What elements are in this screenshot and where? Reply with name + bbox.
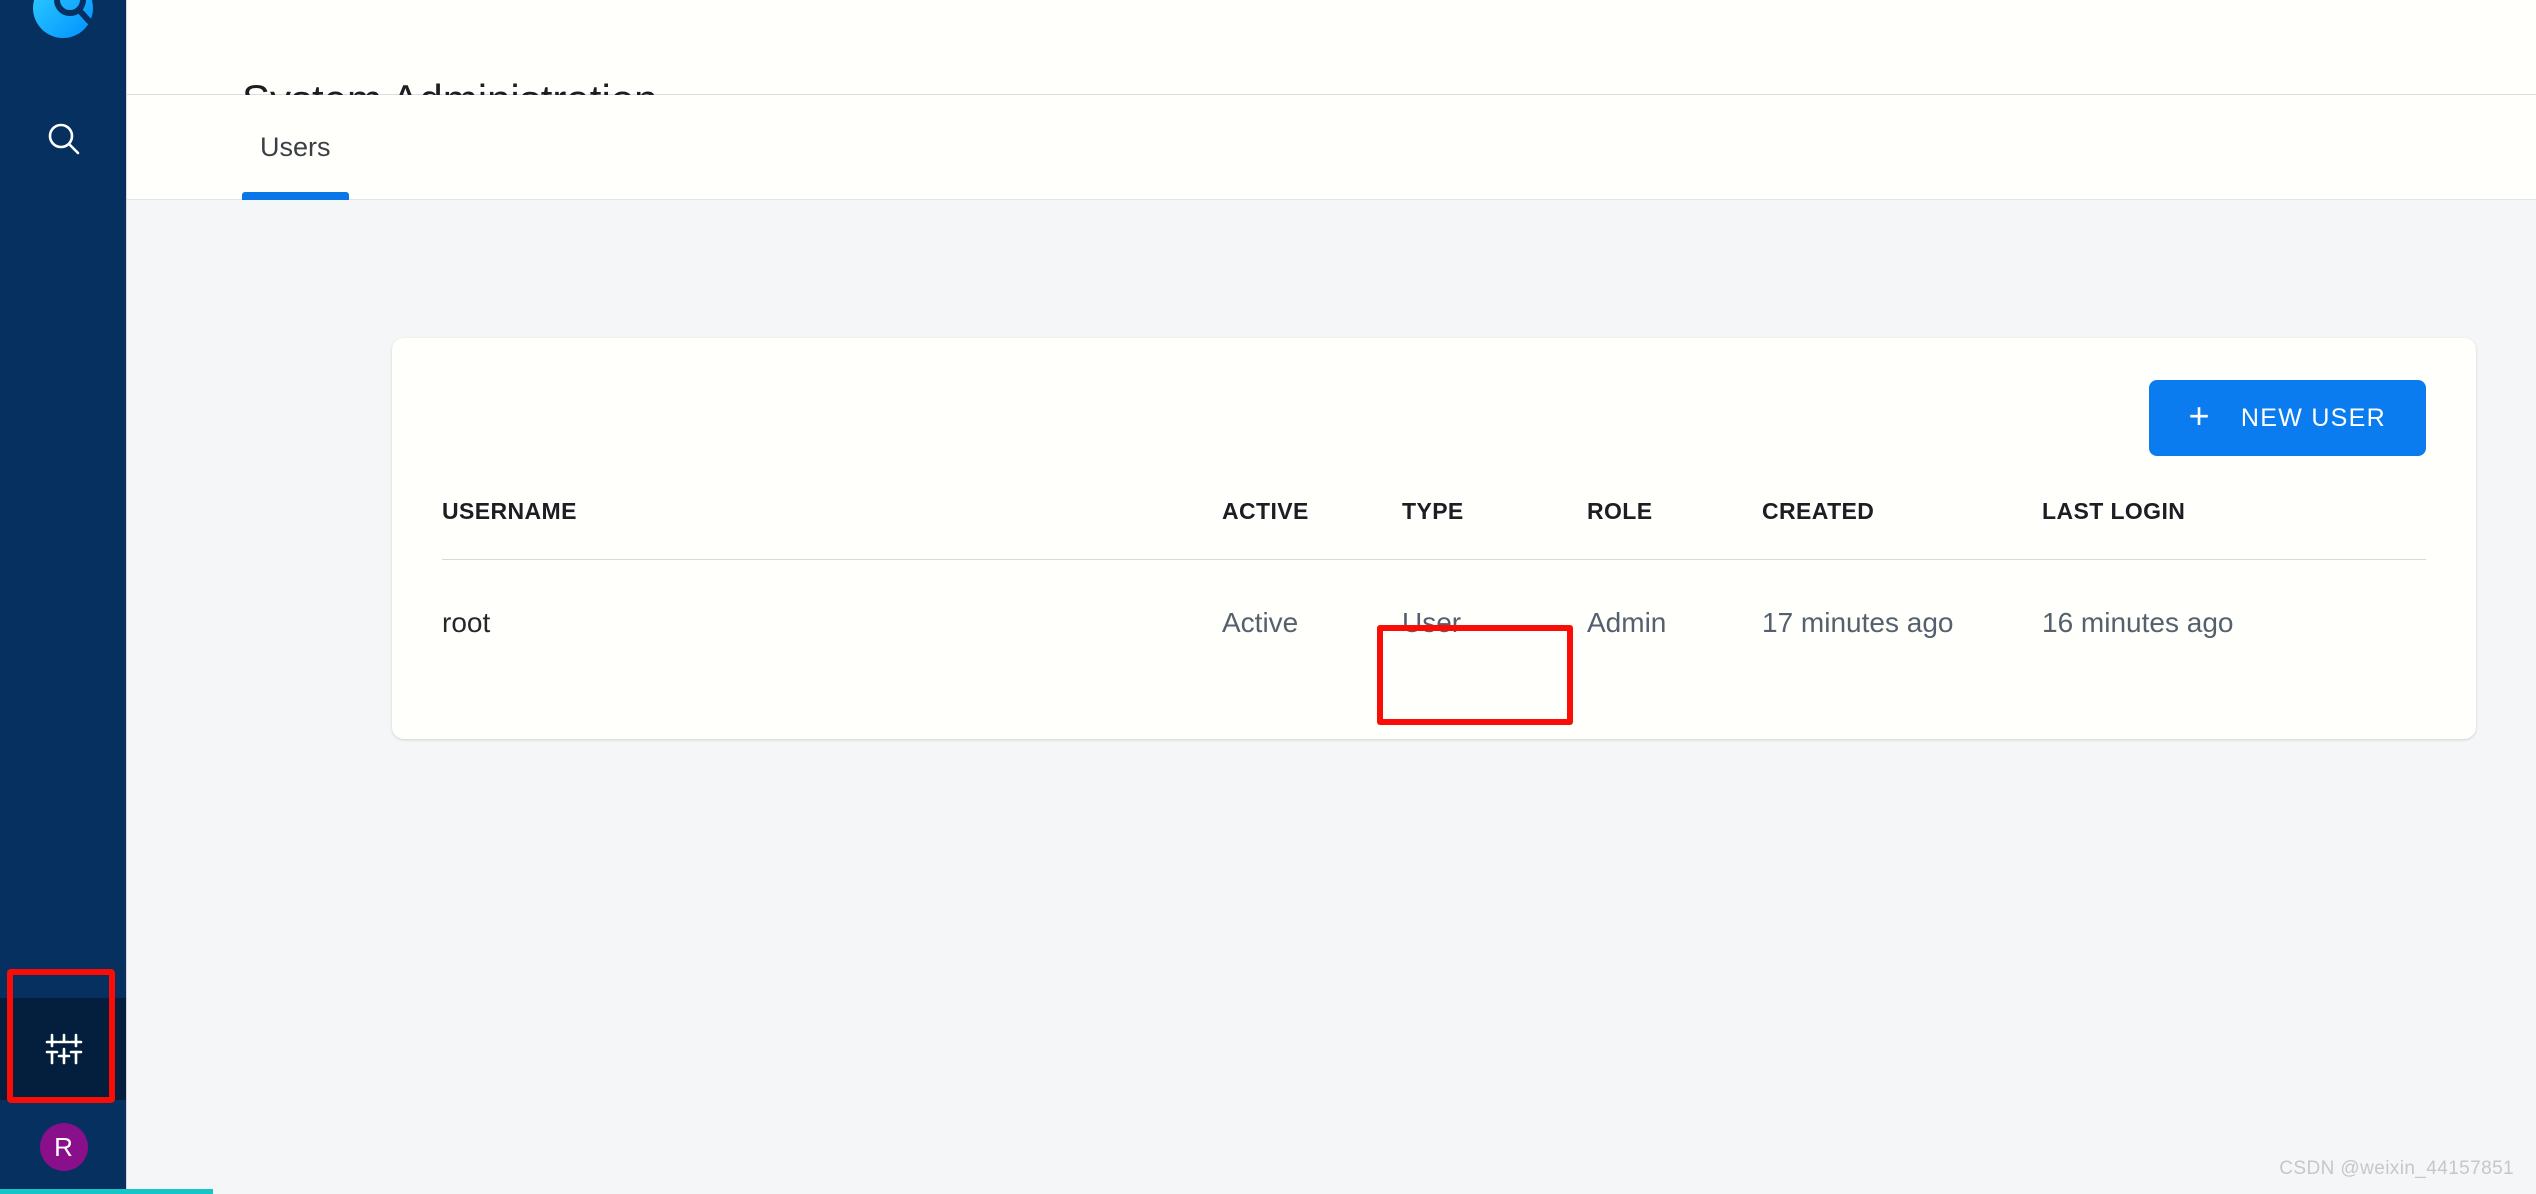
tab-bar: Users: [127, 95, 2536, 200]
card-toolbar: + NEW USER: [442, 380, 2426, 498]
avatar: R: [39, 1123, 88, 1171]
cell-last-login: 16 minutes ago: [2042, 607, 2234, 638]
new-user-button[interactable]: + NEW USER: [2148, 380, 2426, 456]
table-header-row: USERNAME ACTIVE TYPE ROLE CREATED LAST L…: [442, 498, 2426, 560]
column-header-created[interactable]: CREATED: [1762, 498, 2042, 560]
sidebar-item-search[interactable]: [0, 100, 126, 178]
sliders-settings-icon: [42, 1027, 86, 1071]
plus-icon: +: [2188, 395, 2211, 436]
cell-type: User: [1402, 607, 1462, 638]
sidebar-item-user-avatar[interactable]: R: [0, 1100, 126, 1194]
tab-users-label: Users: [260, 131, 331, 162]
page-header: System Administration: [127, 0, 2536, 121]
cell-active: Active: [1222, 607, 1299, 638]
search-icon: [44, 119, 84, 159]
app-root: R System Administration Users + NEW USER: [0, 0, 2536, 1194]
graylog-logo-icon[interactable]: [27, 0, 99, 44]
column-header-username[interactable]: USERNAME: [442, 498, 1222, 560]
new-user-button-label: NEW USER: [2240, 403, 2386, 432]
bottom-accent-bar: [0, 1189, 213, 1194]
cell-role: Admin: [1587, 607, 1667, 638]
sidebar-item-system-configuration[interactable]: [0, 998, 126, 1100]
users-card: + NEW USER USERNAME ACTIVE TYPE ROLE CRE…: [392, 338, 2476, 739]
tab-users[interactable]: Users: [242, 95, 349, 200]
column-header-last-login[interactable]: LAST LOGIN: [2042, 498, 2426, 560]
users-table-body: root Active User Admin 17 minutes ago 16…: [442, 560, 2426, 680]
users-table: USERNAME ACTIVE TYPE ROLE CREATED LAST L…: [442, 498, 2426, 679]
column-header-role[interactable]: ROLE: [1587, 498, 1762, 560]
column-header-active[interactable]: ACTIVE: [1222, 498, 1402, 560]
cell-created: 17 minutes ago: [1762, 607, 1954, 638]
content-area: + NEW USER USERNAME ACTIVE TYPE ROLE CRE…: [127, 200, 2536, 739]
sidebar: R: [0, 0, 127, 1194]
table-row[interactable]: root Active User Admin 17 minutes ago 16…: [442, 560, 2426, 680]
watermark: CSDN @weixin_44157851: [2279, 1158, 2514, 1179]
users-table-head: USERNAME ACTIVE TYPE ROLE CREATED LAST L…: [442, 498, 2426, 560]
sidebar-nav-top: [0, 100, 126, 178]
column-header-type[interactable]: TYPE: [1402, 498, 1587, 560]
main-content: System Administration Users + NEW USER: [127, 0, 2536, 1194]
sidebar-nav-bottom: R: [0, 998, 126, 1194]
cell-username: root: [442, 607, 491, 638]
